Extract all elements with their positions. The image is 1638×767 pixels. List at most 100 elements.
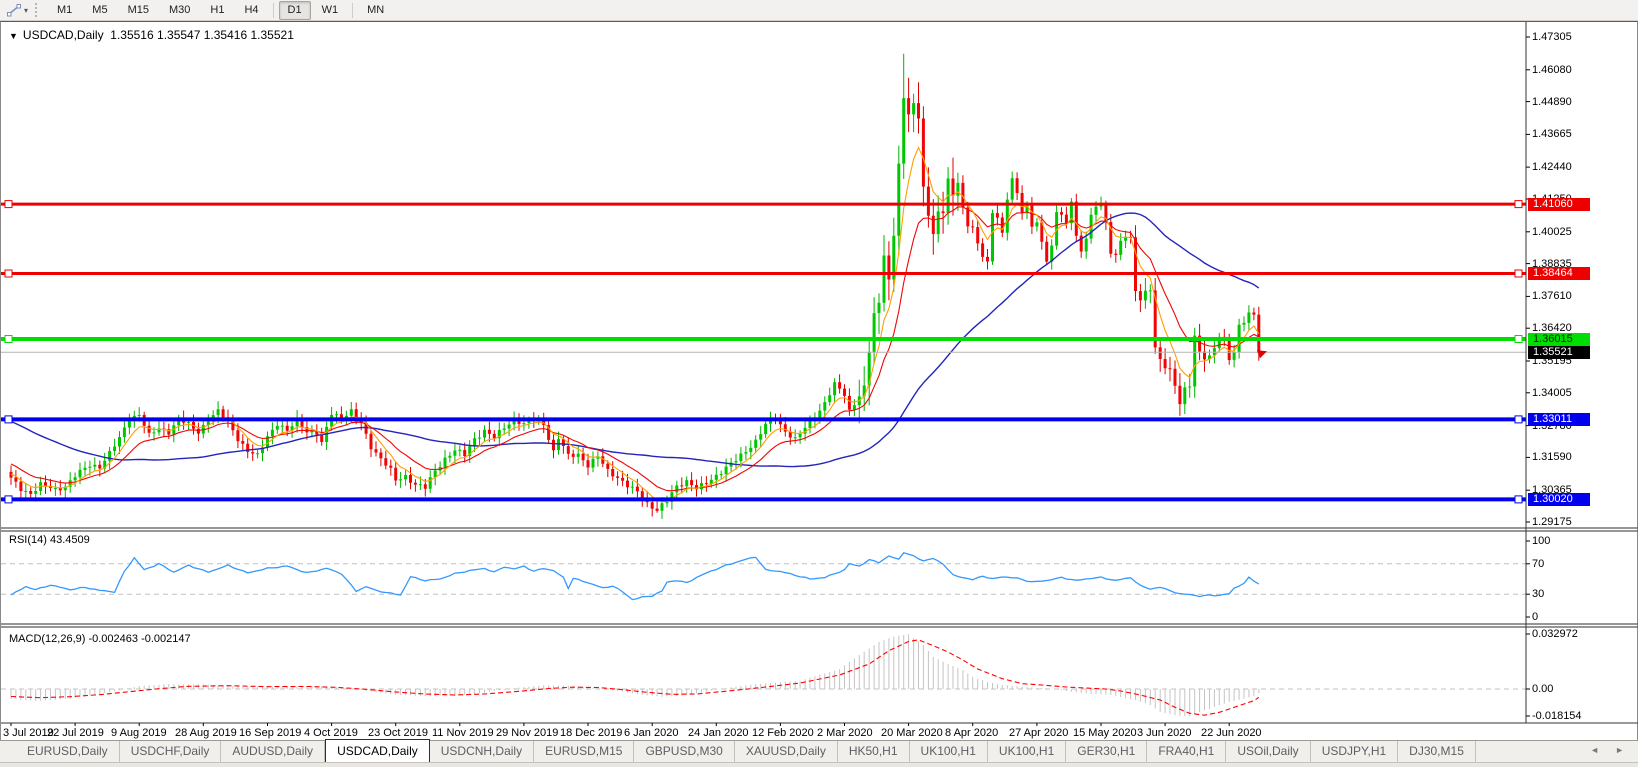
price-axis-label: 1.34005 — [1532, 387, 1572, 399]
tab-scroll-right-icon[interactable]: ► — [1615, 745, 1624, 755]
chart-tab-eurusd-m15[interactable]: EURUSD,M15 — [534, 741, 635, 762]
timeframe-button-m5[interactable]: M5 — [83, 1, 116, 20]
quote-open: 1.35516 — [110, 28, 154, 42]
chart-tab-usdchf-daily[interactable]: USDCHF,Daily — [120, 741, 222, 762]
date-axis-label: 4 Oct 2019 — [304, 727, 358, 739]
date-axis-label: 22 Jun 2020 — [1201, 727, 1262, 739]
date-axis-label: 20 Mar 2020 — [881, 727, 943, 739]
chart-title: ▼ USDCAD,Daily 1.35516 1.35547 1.35416 1.… — [9, 28, 294, 42]
rsi-axis-label: 100 — [1532, 535, 1551, 547]
date-axis-label: 6 Jan 2020 — [624, 727, 679, 739]
chart-tab-usdcad-daily[interactable]: USDCAD,Daily — [325, 739, 430, 762]
rsi-axis-label: 70 — [1532, 558, 1545, 570]
tool-dropdown-caret[interactable]: ▾ — [24, 6, 28, 15]
hline-handle-left[interactable] — [4, 269, 13, 278]
rsi-axis-label: 30 — [1532, 588, 1545, 600]
date-axis-label: 23 Oct 2019 — [368, 727, 428, 739]
chart-tab-eurusd-daily[interactable]: EURUSD,Daily — [16, 741, 120, 762]
price-axis-label: 1.31590 — [1532, 451, 1572, 463]
top-toolbar: ▾ M1 M5 M15 M30 H1 H4 D1 W1 MN — [0, 0, 1638, 21]
timeframe-button-m1[interactable]: M1 — [48, 1, 81, 20]
date-axis-label: 2 Mar 2020 — [817, 727, 873, 739]
macd-histogram — [10, 634, 1260, 717]
chart-tab-dj30-m15[interactable]: DJ30,M15 — [1398, 741, 1476, 762]
chart-window[interactable]: ▼ USDCAD,Daily 1.35516 1.35547 1.35416 1.… — [0, 21, 1638, 740]
chart-tab-uk100-h1[interactable]: UK100,H1 — [988, 741, 1067, 762]
ma-mid-line[interactable] — [10, 206, 1260, 492]
tab-scroll-left-icon[interactable]: ◄ — [1590, 745, 1599, 755]
price-axis-label: 1.46080 — [1532, 64, 1572, 76]
current-price-badge: 1.35521 — [1528, 346, 1590, 359]
bull-candle-bodies[interactable] — [24, 98, 1251, 511]
timeframe-button-h4[interactable]: H4 — [235, 1, 267, 20]
timeframe-button-mn[interactable]: MN — [358, 1, 393, 20]
timeframe-button-m30[interactable]: M30 — [160, 1, 199, 20]
macd-signal-line — [10, 639, 1260, 716]
hline-badge-1.36015: 1.36015 — [1528, 333, 1590, 346]
date-axis-label: 24 Jan 2020 — [688, 727, 749, 739]
date-axis-label: 9 Aug 2019 — [111, 727, 167, 739]
bear-candle-bodies[interactable] — [9, 98, 1261, 511]
rsi-line[interactable] — [10, 552, 1260, 601]
bull-candle-wicks — [25, 53, 1250, 519]
price-axis-label: 1.44890 — [1532, 96, 1572, 108]
hline-handle-left[interactable] — [4, 335, 13, 343]
trendline-tool-icon[interactable] — [6, 3, 22, 17]
toolbar-separator — [272, 2, 274, 18]
status-bar — [0, 762, 1638, 767]
chart-tab-usdjpy-h1[interactable]: USDJPY,H1 — [1311, 741, 1399, 762]
timeframe-button-h1[interactable]: H1 — [201, 1, 233, 20]
rsi-label: RSI(14) 43.4509 — [9, 534, 90, 546]
chart-tab-fra40-h1[interactable]: FRA40,H1 — [1147, 741, 1227, 762]
price-axis-label: 1.37610 — [1532, 290, 1572, 302]
hline-badge-1.30020: 1.30020 — [1528, 493, 1590, 506]
macd-axis-label: 0.00 — [1532, 683, 1554, 695]
hline-handle-left[interactable] — [4, 415, 13, 424]
toolbar-grip[interactable] — [35, 3, 40, 17]
date-axis-label: 16 Sep 2019 — [239, 727, 302, 739]
timeframe-buttons: M1 M5 M15 M30 H1 H4 D1 W1 MN — [47, 0, 394, 20]
hline-handle-right[interactable] — [1514, 200, 1523, 209]
timeframe-button-w1[interactable]: W1 — [313, 1, 348, 20]
chart-tab-usdcnh-daily[interactable]: USDCNH,Daily — [430, 741, 535, 762]
price-axis-label: 1.43665 — [1532, 128, 1572, 140]
quote-high: 1.35547 — [157, 28, 201, 42]
quote-close: 1.35521 — [250, 28, 294, 42]
chart-tab-gbpusd-m30[interactable]: GBPUSD,M30 — [634, 741, 735, 762]
bear-candle-wicks — [10, 77, 1260, 517]
timeframe-button-d1[interactable]: D1 — [278, 0, 311, 20]
timeframe-button-m15[interactable]: M15 — [119, 1, 158, 20]
chart-tab-hk50-h1[interactable]: HK50,H1 — [838, 741, 910, 762]
date-axis-label: 27 Apr 2020 — [1009, 727, 1069, 739]
date-axis-label: 15 May 2020 — [1073, 727, 1137, 739]
date-axis-label: 18 Dec 2019 — [560, 727, 623, 739]
price-axis-label: 1.47305 — [1532, 31, 1572, 43]
rsi-axis-label: 0 — [1532, 611, 1539, 623]
price-axis-label: 1.40025 — [1532, 226, 1572, 238]
chart-symbol-period: USDCAD,Daily — [22, 28, 104, 42]
date-axis-label: 11 Nov 2019 — [432, 727, 494, 739]
hline-badge-1.38464: 1.38464 — [1528, 267, 1590, 280]
hline-handle-left[interactable] — [4, 200, 13, 209]
collapse-icon[interactable]: ▼ — [9, 31, 18, 41]
hline-handle-right[interactable] — [1514, 335, 1523, 343]
chart-tab-usoil-daily[interactable]: USOil,Daily — [1226, 741, 1311, 762]
chart-tab-ger30-h1[interactable]: GER30,H1 — [1066, 741, 1148, 762]
hline-handle-left[interactable] — [4, 495, 13, 504]
date-axis-label: 28 Aug 2019 — [175, 727, 237, 739]
date-axis-label: 3 Jun 2020 — [1137, 727, 1192, 739]
macd-label: MACD(12,26,9) -0.002463 -0.002147 — [9, 633, 191, 645]
macd-axis-label: -0.018154 — [1532, 710, 1582, 722]
hline-badge-1.41060: 1.41060 — [1528, 198, 1590, 211]
chart-tab-xauusd-daily[interactable]: XAUUSD,Daily — [735, 741, 838, 762]
date-axis-label: 8 Apr 2020 — [945, 727, 999, 739]
hline-handle-right[interactable] — [1514, 269, 1523, 278]
hline-handle-right[interactable] — [1514, 415, 1523, 424]
date-axis-label: 29 Nov 2019 — [496, 727, 559, 739]
chart-tab-audusd-daily[interactable]: AUDUSD,Daily — [221, 741, 326, 762]
quote-low: 1.35416 — [203, 28, 248, 42]
hline-handle-right[interactable] — [1514, 495, 1523, 504]
chart-tab-uk100-h1[interactable]: UK100,H1 — [910, 741, 988, 762]
macd-axis-label: 0.032972 — [1532, 628, 1578, 640]
hline-badge-1.33011: 1.33011 — [1528, 413, 1590, 426]
